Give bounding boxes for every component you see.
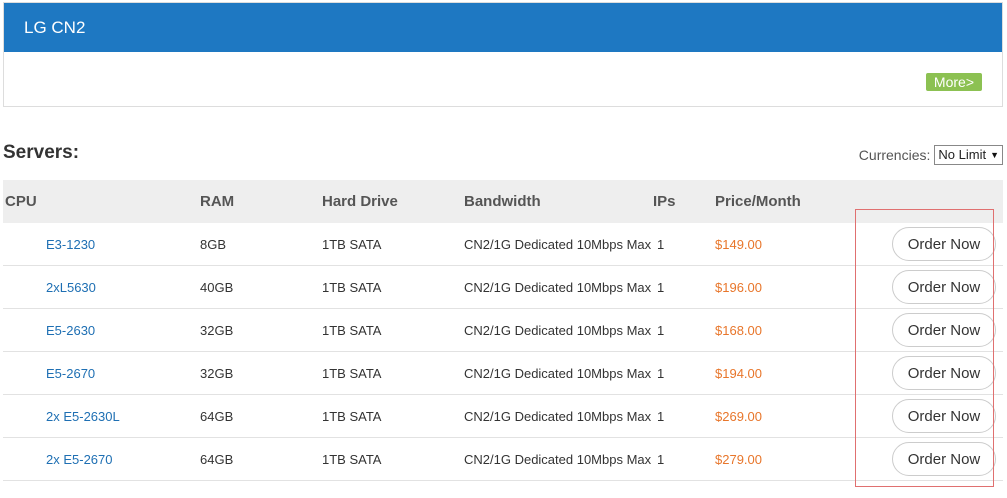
ips-cell: 1	[657, 322, 665, 338]
price-cell: $168.00	[715, 322, 762, 338]
servers-heading: Servers:	[3, 142, 80, 163]
ram-cell: 64GB	[200, 408, 234, 424]
servers-table: CPU RAM Hard Drive Bandwidth IPs Price/M…	[3, 180, 1003, 481]
cpu-link[interactable]: E3-1230	[3, 237, 200, 252]
bandwidth-cell: CN2/1G Dedicated 10Mbps Max	[464, 279, 652, 295]
order-now-button[interactable]: Order Now	[892, 270, 996, 304]
hdd-cell: 1TB SATA	[322, 408, 382, 424]
order-cell: Order Now	[865, 270, 1003, 304]
bandwidth-cell: CN2/1G Dedicated 10Mbps Max	[464, 451, 652, 467]
ram-cell: 64GB	[200, 451, 234, 467]
currency-selected-value: No Limit	[938, 147, 987, 162]
cpu-link[interactable]: E5-2670	[3, 366, 200, 381]
ips-cell: 1	[657, 451, 665, 467]
hdd-cell: 1TB SATA	[322, 365, 382, 381]
ram-cell: 32GB	[200, 365, 234, 381]
price-cell: $149.00	[715, 236, 762, 252]
order-now-button[interactable]: Order Now	[892, 227, 996, 261]
hdd-cell: 1TB SATA	[322, 236, 382, 252]
table-header: CPU RAM Hard Drive Bandwidth IPs Price/M…	[3, 180, 1003, 223]
bandwidth-cell: CN2/1G Dedicated 10Mbps Max	[464, 322, 652, 338]
bandwidth-cell: CN2/1G Dedicated 10Mbps Max	[464, 236, 652, 252]
table-row: E5-2670 32GB 1TB SATA CN2/1G Dedicated 1…	[3, 352, 1003, 395]
cpu-link[interactable]: 2x E5-2630L	[3, 409, 200, 424]
table-row: 2xL5630 40GB 1TB SATA CN2/1G Dedicated 1…	[3, 266, 1003, 309]
col-header-ips: IPs	[653, 193, 676, 210]
table-row: E5-2630 32GB 1TB SATA CN2/1G Dedicated 1…	[3, 309, 1003, 352]
more-button[interactable]: More>	[925, 73, 982, 91]
col-header-ram: RAM	[200, 193, 235, 210]
order-cell: Order Now	[865, 442, 1003, 476]
table-row: 2x E5-2630L 64GB 1TB SATA CN2/1G Dedicat…	[3, 395, 1003, 438]
currency-select[interactable]: No Limit ▼	[934, 145, 1003, 165]
ram-cell: 8GB	[200, 236, 227, 252]
col-header-price: Price/Month	[715, 193, 801, 210]
hdd-cell: 1TB SATA	[322, 451, 382, 467]
order-now-button[interactable]: Order Now	[892, 399, 996, 433]
order-cell: Order Now	[865, 356, 1003, 390]
hdd-cell: 1TB SATA	[322, 322, 382, 338]
panel-title: LG CN2	[4, 3, 1002, 52]
ips-cell: 1	[657, 365, 665, 381]
price-cell: $194.00	[715, 365, 762, 381]
caret-down-icon: ▼	[990, 150, 999, 160]
cpu-link[interactable]: 2x E5-2670	[3, 452, 200, 467]
price-cell: $279.00	[715, 451, 762, 467]
order-cell: Order Now	[865, 227, 1003, 261]
table-row: E3-1230 8GB 1TB SATA CN2/1G Dedicated 10…	[3, 223, 1003, 266]
ram-cell: 40GB	[200, 279, 234, 295]
cpu-link[interactable]: E5-2630	[3, 323, 200, 338]
ips-cell: 1	[657, 279, 665, 295]
ips-cell: 1	[657, 408, 665, 424]
price-cell: $269.00	[715, 408, 762, 424]
bandwidth-cell: CN2/1G Dedicated 10Mbps Max	[464, 365, 652, 381]
col-header-hard-drive: Hard Drive	[322, 193, 398, 210]
bandwidth-cell: CN2/1G Dedicated 10Mbps Max	[464, 408, 652, 424]
product-panel: LG CN2 More>	[3, 2, 1003, 107]
currency-filter: Currencies: No Limit ▼	[859, 145, 1003, 165]
ips-cell: 1	[657, 236, 665, 252]
order-cell: Order Now	[865, 399, 1003, 433]
col-header-cpu: CPU	[5, 193, 37, 210]
price-cell: $196.00	[715, 279, 762, 295]
order-now-button[interactable]: Order Now	[892, 356, 996, 390]
currency-label: Currencies:	[858, 147, 931, 163]
hdd-cell: 1TB SATA	[322, 279, 382, 295]
table-row: 2x E5-2670 64GB 1TB SATA CN2/1G Dedicate…	[3, 438, 1003, 481]
order-now-button[interactable]: Order Now	[892, 313, 996, 347]
order-now-button[interactable]: Order Now	[892, 442, 996, 476]
col-header-bandwidth: Bandwidth	[464, 193, 541, 210]
order-cell: Order Now	[865, 313, 1003, 347]
ram-cell: 32GB	[200, 322, 234, 338]
cpu-link[interactable]: 2xL5630	[3, 280, 200, 295]
